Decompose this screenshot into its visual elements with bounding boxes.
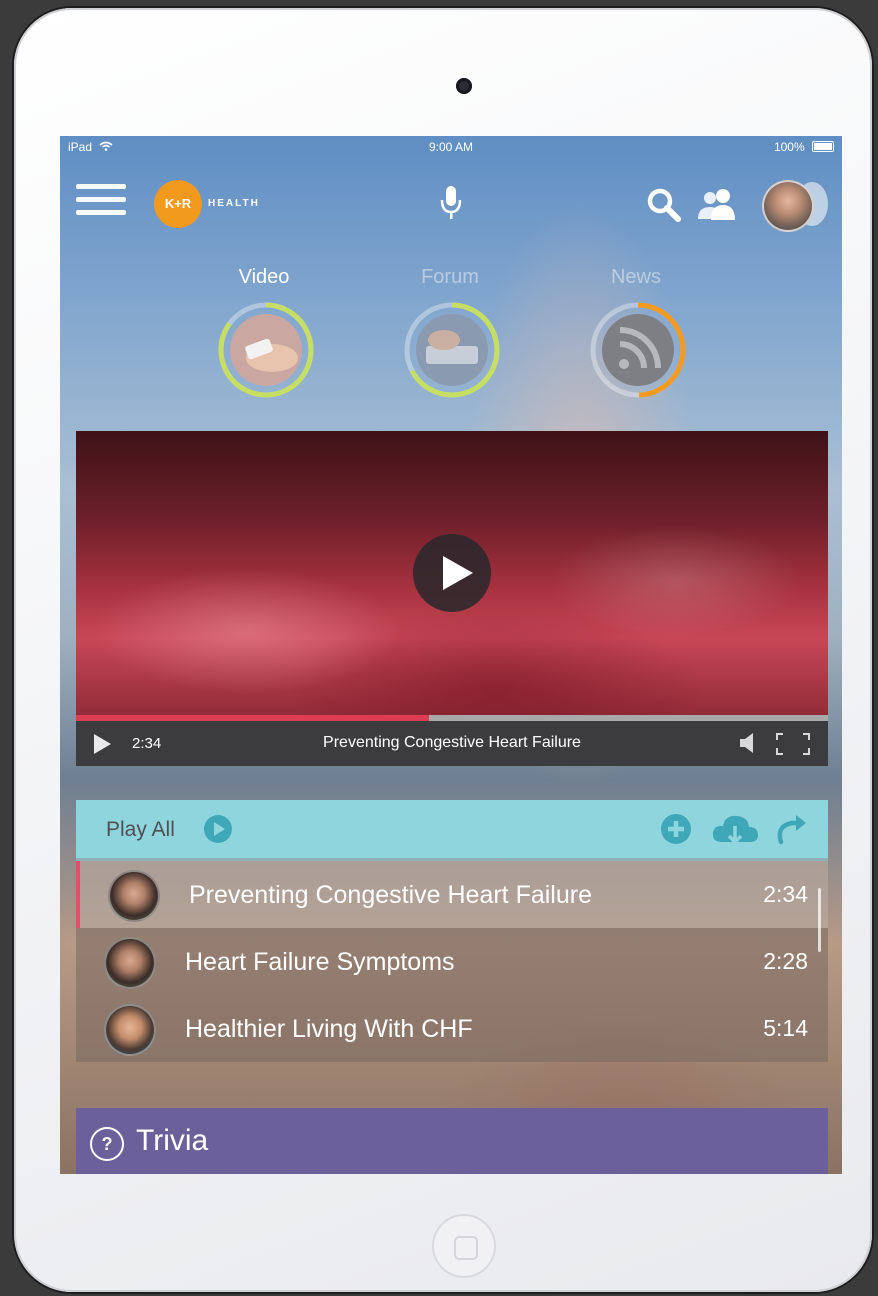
logo-mark: K+R — [154, 180, 202, 228]
question-icon: ? — [90, 1127, 124, 1161]
video-controls: 2:34 Preventing Congestive Heart Failure — [76, 721, 828, 766]
playlist-item-duration: 2:28 — [763, 948, 808, 974]
status-time: 9:00 AM — [428, 140, 474, 154]
playlist-item-title: Preventing Congestive Heart Failure — [189, 881, 592, 909]
presenter-avatar — [104, 1004, 156, 1056]
user-avatar[interactable] — [762, 180, 814, 232]
forum-ring-button[interactable] — [402, 300, 502, 400]
people-icon[interactable] — [696, 186, 738, 227]
presenter-avatar — [104, 937, 156, 989]
battery-percent: 100% — [773, 140, 805, 154]
trivia-label: Trivia — [136, 1124, 209, 1157]
add-icon[interactable] — [660, 813, 692, 850]
front-camera — [456, 78, 472, 94]
app-screen: iPad 9:00 AM 100% K+R HEALTH Video Forum… — [60, 136, 842, 1174]
play-all-label[interactable]: Play All — [106, 818, 175, 842]
video-player: 2:34 Preventing Congestive Heart Failure — [76, 431, 828, 766]
playlist-item-title: Healthier Living With CHF — [185, 1015, 473, 1043]
home-button[interactable] — [432, 1214, 496, 1278]
menu-icon[interactable] — [76, 184, 126, 220]
playlist-item-2[interactable]: Heart Failure Symptoms 2:28 — [76, 928, 828, 995]
playlist-item-duration: 2:34 — [763, 881, 808, 907]
play-all-icon[interactable] — [204, 815, 232, 843]
volume-icon[interactable] — [738, 732, 756, 759]
tab-video[interactable]: Video — [204, 266, 324, 289]
tab-news[interactable]: News — [576, 266, 696, 289]
play-icon[interactable] — [413, 534, 491, 612]
playlist-header: Play All — [76, 800, 828, 861]
playlist-scrollbar[interactable] — [818, 888, 821, 952]
tab-forum[interactable]: Forum — [390, 266, 510, 289]
share-icon[interactable] — [774, 812, 810, 851]
presenter-avatar — [108, 870, 160, 922]
search-icon[interactable] — [646, 188, 682, 227]
playlist-item-3[interactable]: Healthier Living With CHF 5:14 — [76, 995, 828, 1062]
fullscreen-icon[interactable] — [776, 733, 810, 760]
cloud-download-icon[interactable] — [710, 810, 760, 853]
battery-icon — [812, 141, 834, 152]
microphone-icon[interactable] — [440, 184, 462, 227]
trivia-section[interactable]: ? Trivia — [76, 1108, 828, 1174]
playlist-item-1[interactable]: Preventing Congestive Heart Failure 2:34 — [76, 861, 828, 928]
playlist-item-duration: 5:14 — [763, 1015, 808, 1041]
news-ring-button[interactable] — [588, 300, 688, 400]
video-title: Preventing Congestive Heart Failure — [323, 734, 581, 751]
logo-word: HEALTH — [208, 198, 260, 209]
playlist-item-title: Heart Failure Symptoms — [185, 948, 455, 976]
playlist: Play All Preventing Congestive Heart Fai… — [76, 800, 828, 1062]
status-bar: iPad 9:00 AM 100% — [60, 136, 842, 158]
status-right: 100% — [774, 140, 834, 154]
video-ring-button[interactable] — [216, 300, 316, 400]
